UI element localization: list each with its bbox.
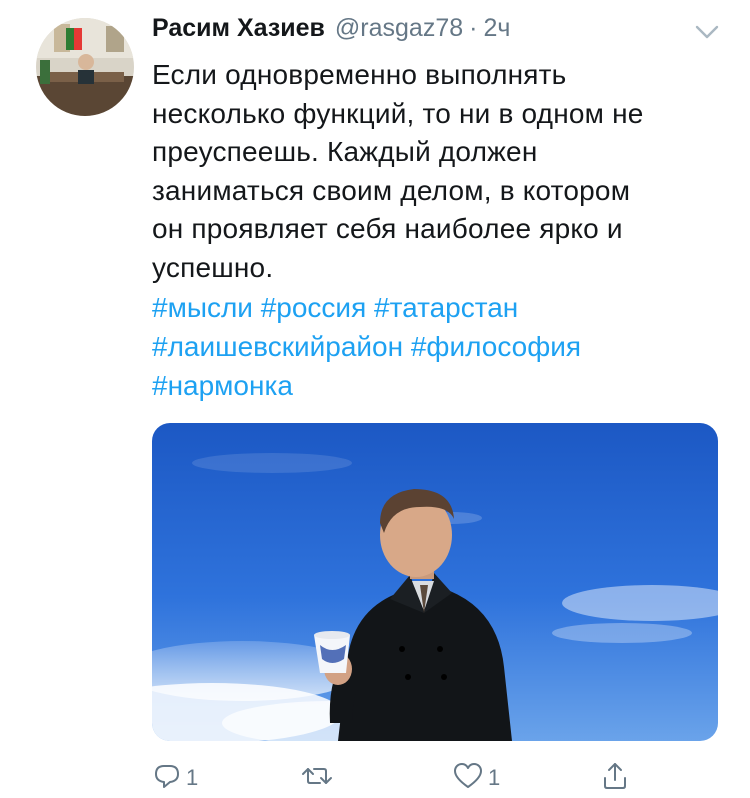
- user-handle[interactable]: @rasgaz78: [335, 14, 463, 43]
- retweet-button[interactable]: [300, 758, 338, 798]
- tweet-photo[interactable]: [152, 423, 718, 741]
- tweet-text: Если одновременно выполнять несколько фу…: [152, 56, 732, 287]
- retweet-icon: [300, 761, 334, 796]
- hashtags: #мысли #россия #татарстан #лаишевскийрай…: [152, 288, 732, 405]
- reply-button[interactable]: 1: [152, 758, 198, 798]
- share-icon: [600, 760, 630, 797]
- hashtag-link[interactable]: #нармонка: [152, 370, 293, 401]
- tweet-text-line: заниматься своим делом, в котором: [152, 174, 631, 206]
- tweet-text-line: несколько функций, то ни в одном не: [152, 97, 644, 129]
- hashtag-link[interactable]: #мысли: [152, 292, 253, 323]
- hashtag-link[interactable]: #лаишевскийрайон: [152, 331, 403, 362]
- tweet-text-line: он проявляет себя наиболее ярко и: [152, 213, 623, 244]
- hashtag-line: #нармонка: [152, 366, 732, 405]
- hashtag-link[interactable]: #россия: [261, 292, 367, 323]
- like-count: 1: [488, 765, 501, 790]
- separator-dot: ·: [469, 14, 478, 42]
- like-button[interactable]: 1: [452, 758, 500, 798]
- hashtag-link[interactable]: #философия: [411, 331, 581, 362]
- tweet-actions: 1 1: [152, 758, 718, 798]
- like-icon: [452, 761, 484, 796]
- reply-icon: [152, 761, 182, 796]
- hashtag-line: #лаишевскийрайон #философия: [152, 327, 732, 366]
- tweet-text-line: успешно.: [152, 251, 274, 283]
- display-name[interactable]: Расим Хазиев: [152, 14, 325, 43]
- share-button[interactable]: [600, 758, 630, 798]
- avatar[interactable]: [36, 18, 134, 116]
- hashtag-line: #мысли #россия #татарстан: [152, 288, 732, 327]
- tweet-text-line: преуспеешь. Каждый должен: [152, 136, 538, 167]
- reply-count: 1: [186, 765, 199, 790]
- tweet-header: Расим Хазиев @rasgaz78 · 2ч: [152, 14, 510, 54]
- tweet-text-line: Если одновременно выполнять: [152, 59, 567, 90]
- chevron-down-icon[interactable]: [694, 22, 720, 42]
- hashtag-link[interactable]: #татарстан: [374, 292, 518, 323]
- tweet-time[interactable]: 2ч: [483, 14, 510, 43]
